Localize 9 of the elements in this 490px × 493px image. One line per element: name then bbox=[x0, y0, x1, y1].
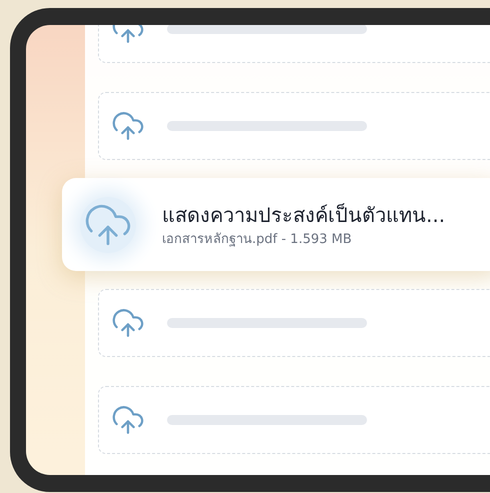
cloud-upload-icon bbox=[111, 403, 145, 437]
file-title: แสดงความประสงค์เป็นตัวแทน... bbox=[162, 202, 446, 228]
upload-slot[interactable] bbox=[98, 386, 490, 454]
uploaded-file-card[interactable]: แสดงความประสงค์เป็นตัวแทน... เอกสารหลักฐาน.pdf - 1.593 MB bbox=[62, 178, 490, 271]
cloud-upload-icon bbox=[111, 109, 145, 143]
cloud-upload-icon bbox=[111, 306, 145, 340]
upload-slot[interactable] bbox=[98, 289, 490, 357]
upload-slot[interactable] bbox=[98, 92, 490, 160]
file-details: เอกสารหลักฐาน.pdf - 1.593 MB bbox=[162, 230, 353, 248]
